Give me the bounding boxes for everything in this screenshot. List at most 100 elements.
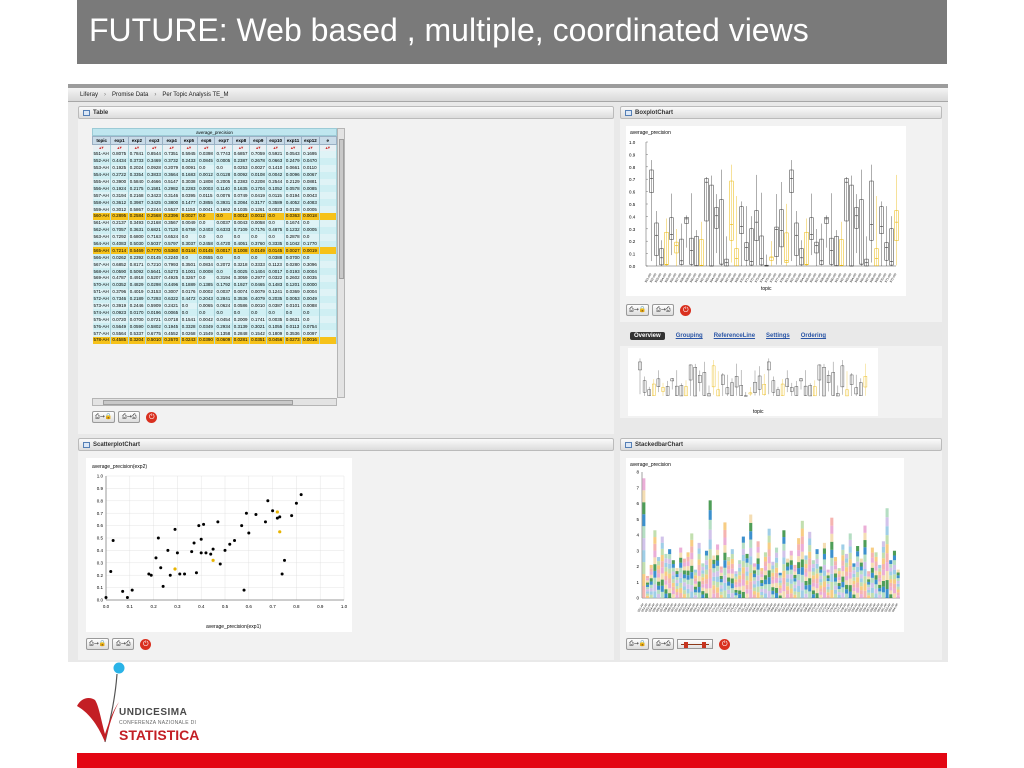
stacked-bar-segment[interactable]	[664, 589, 668, 594]
stacked-bar-segment[interactable]	[682, 586, 686, 591]
stacked-bar-segment[interactable]	[800, 528, 804, 537]
stacked-bar-segment[interactable]	[819, 572, 823, 576]
stacked-bar-segment[interactable]	[660, 561, 664, 568]
stacked-bar-segment[interactable]	[708, 578, 712, 589]
stacked-bar-segment[interactable]	[819, 582, 823, 586]
stacked-bar-segment[interactable]	[642, 574, 646, 587]
stacked-bar-segment[interactable]	[704, 550, 709, 556]
table-row[interactable]: 555-AH 0.3900 0.5840 0.4666 0.5147 0.3038 0.18…	[92, 178, 337, 186]
scatter-point[interactable]	[209, 552, 213, 556]
stacked-bar-segment[interactable]	[767, 570, 771, 578]
stacked-bar-segment[interactable]	[749, 589, 753, 598]
stacked-bar-segment[interactable]	[789, 569, 793, 575]
stacked-bar-segment[interactable]	[771, 569, 775, 573]
stacked-bar-segment[interactable]	[760, 595, 764, 598]
stacked-bar-segment[interactable]	[756, 592, 760, 598]
stacked-bar-segment[interactable]	[745, 589, 749, 594]
stacked-bar-segment[interactable]	[690, 533, 694, 540]
stacked-bar-segment[interactable]	[800, 567, 804, 575]
stacked-bar-segment[interactable]	[837, 568, 841, 572]
stacked-bar-segment[interactable]	[657, 565, 661, 570]
stacked-bar-segment[interactable]	[881, 552, 885, 559]
stacked-bar-segment[interactable]	[642, 562, 646, 575]
stacked-bar-segment[interactable]	[664, 562, 668, 568]
export-image-button[interactable]: ⎙→🔒	[626, 304, 650, 316]
stacked-bar-segment[interactable]	[826, 592, 830, 596]
stacked-bar-segment[interactable]	[815, 573, 819, 579]
stacked-bar-segment[interactable]	[837, 574, 841, 578]
stacked-bar-segment[interactable]	[756, 552, 760, 559]
stacked-bar-segment[interactable]	[892, 588, 897, 594]
stacked-bar-segment[interactable]	[830, 557, 834, 566]
stacked-bar-segment[interactable]	[730, 549, 734, 555]
stacked-bar-segment[interactable]	[730, 563, 734, 569]
export-data-button[interactable]: ⎙→⎙	[652, 304, 675, 316]
stacked-bar-segment[interactable]	[697, 586, 701, 593]
stacked-bar-segment[interactable]	[863, 590, 867, 598]
stacked-bar-segment[interactable]	[833, 573, 838, 578]
stacked-bar-segment[interactable]	[697, 548, 701, 554]
scatter-point[interactable]	[156, 536, 160, 540]
stacked-bar-segment[interactable]	[657, 589, 661, 594]
stacked-bar-segment[interactable]	[693, 572, 697, 576]
stacked-bar-segment[interactable]	[712, 585, 716, 590]
stacked-bar-segment[interactable]	[675, 589, 679, 593]
stacked-bar-segment[interactable]	[679, 552, 683, 558]
stacked-bar-segment[interactable]	[675, 583, 679, 587]
column-header-exp12[interactable]: exp12	[301, 136, 320, 145]
stacked-bar-segment[interactable]	[870, 582, 874, 588]
stacked-bar-segment[interactable]	[727, 557, 731, 562]
stacked-bar-segment[interactable]	[660, 555, 664, 562]
stacked-bar-segment[interactable]	[859, 570, 863, 575]
stacked-bar-segment[interactable]	[686, 556, 690, 562]
column-header-exp6[interactable]: exp6	[197, 136, 216, 145]
stacked-bar-segment[interactable]	[793, 588, 797, 592]
stacked-bar-segment[interactable]	[745, 593, 749, 598]
stacked-bar-segment[interactable]	[723, 529, 727, 538]
stacked-bar-segment[interactable]	[727, 581, 731, 586]
stacked-bar-segment[interactable]	[734, 595, 738, 598]
scatter-point[interactable]	[161, 584, 165, 588]
table-row[interactable]: 571-AH 0.3796 0.4019 0.3153 0.3007 0.0176 0.00…	[92, 288, 337, 296]
stacked-bar-segment[interactable]	[653, 564, 657, 571]
column-header-exp2[interactable]: exp2	[127, 136, 147, 145]
stacked-bar-segment[interactable]	[848, 533, 852, 540]
stacked-bar-segment[interactable]	[749, 564, 753, 573]
stacked-bar-segment[interactable]	[712, 589, 716, 594]
breadcrumb-per-topic-analysis[interactable]: Per Topic Analysis TE_M	[162, 92, 228, 98]
stacked-bar-segment[interactable]	[693, 578, 697, 581]
stacked-bar-segment[interactable]	[693, 575, 697, 579]
stacked-bar-segment[interactable]	[668, 558, 672, 564]
scatter-point[interactable]	[168, 573, 172, 577]
stacked-bar-segment[interactable]	[874, 588, 878, 594]
stacked-bar-segment[interactable]	[878, 571, 882, 575]
table-row[interactable]: 572-AH 0.7346 0.2189 0.7293 0.6322 0.4472 0.20…	[92, 295, 337, 303]
stacked-bar-segment[interactable]	[797, 592, 801, 598]
stacked-bar-segment[interactable]	[741, 555, 745, 562]
stacked-bar-segment[interactable]	[874, 566, 878, 571]
stacked-bar-segment[interactable]	[675, 586, 679, 590]
slider-handle-right[interactable]	[702, 642, 707, 648]
stacked-bar-segment[interactable]	[896, 595, 900, 598]
stacked-bar-segment[interactable]	[653, 584, 657, 592]
stacked-bar-segment[interactable]	[856, 572, 860, 578]
scatter-point[interactable]	[192, 541, 196, 545]
stacked-bar-segment[interactable]	[679, 582, 683, 588]
stacked-bar-segment[interactable]	[752, 566, 756, 571]
stacked-bar-segment[interactable]	[822, 564, 826, 571]
stacked-bar-segment[interactable]	[719, 575, 723, 580]
stacked-bar-segment[interactable]	[867, 579, 871, 582]
stacked-bar-segment[interactable]	[778, 572, 782, 576]
scatter-point[interactable]	[183, 572, 187, 576]
stacked-bar-segment[interactable]	[745, 584, 749, 590]
table-row[interactable]: 553-AH 0.1925 0.2024 0.0928 0.2079 0.0091 0.0 0…	[92, 164, 337, 172]
scatter-point[interactable]	[159, 566, 163, 570]
table-row[interactable]: 564-AH 0.4083 0.5030 0.5037 0.5797 0.3037 0.24…	[92, 240, 337, 248]
stacked-bar-segment[interactable]	[881, 558, 885, 564]
stacked-bar-segment[interactable]	[881, 580, 885, 587]
stacked-bar-segment[interactable]	[892, 593, 897, 598]
stacked-bar-segment[interactable]	[892, 579, 897, 584]
stacked-bar-segment[interactable]	[738, 594, 742, 598]
scatter-point-highlighted[interactable]	[173, 567, 177, 571]
stacked-bar-segment[interactable]	[870, 592, 874, 598]
